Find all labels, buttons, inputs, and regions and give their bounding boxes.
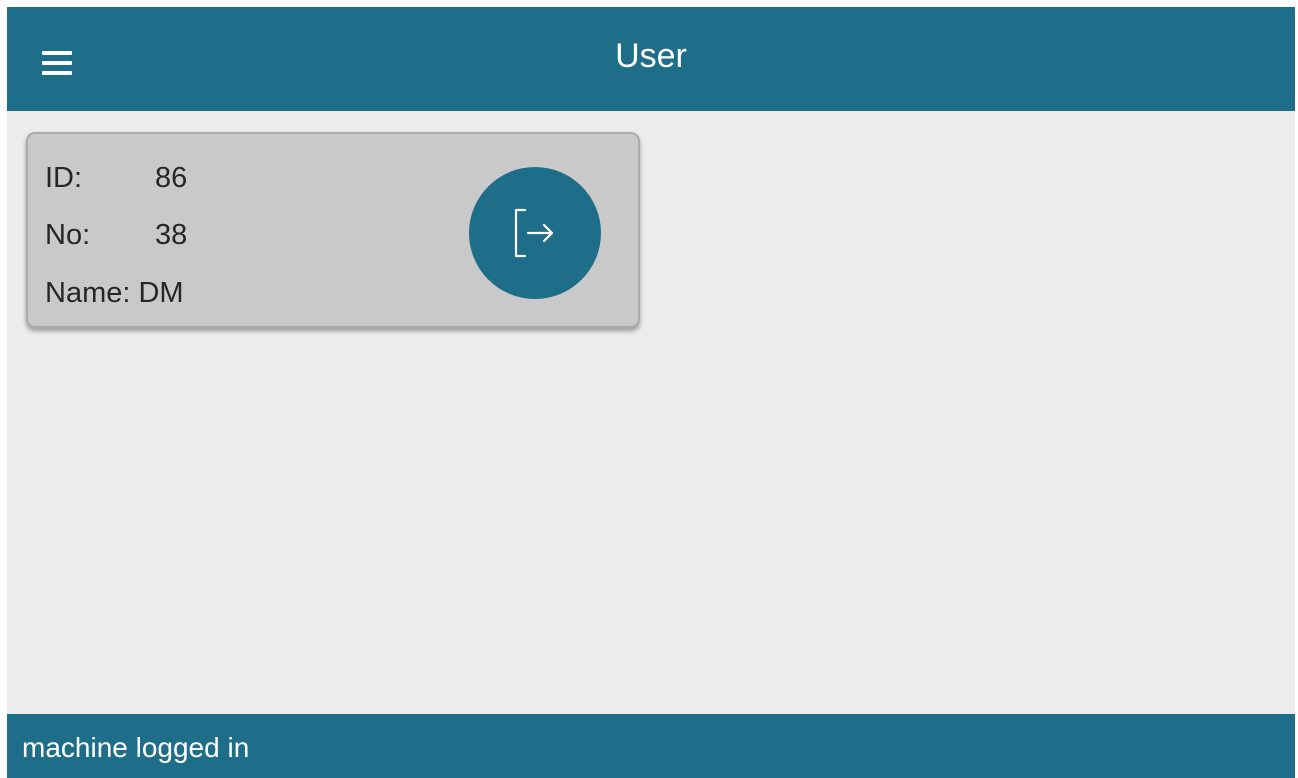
app-window: User ID: 86 No: 38 Name: DM machine logg… [7,7,1295,778]
main-content: ID: 86 No: 38 Name: DM [7,111,1295,714]
hamburger-menu-icon [42,51,72,75]
status-bar: machine logged in [7,714,1295,778]
user-no-label: No: [45,219,91,251]
user-id-label: ID: [45,162,83,194]
status-text: machine logged in [22,732,250,763]
user-id-row: ID: 86 [45,162,187,194]
menu-button[interactable] [31,41,87,81]
user-name-row: Name: DM [45,279,184,308]
app-bar: User [7,7,1295,111]
page-title: User [615,37,687,75]
logout-icon [514,208,554,258]
user-id-value: 86 [155,162,188,194]
user-no-value: 38 [155,219,188,251]
user-no-row: No: 38 [45,219,187,251]
user-name-label: Name: [45,277,131,309]
user-card: ID: 86 No: 38 Name: DM [26,132,640,328]
logout-button[interactable] [469,167,601,299]
user-name-value: DM [138,277,184,309]
